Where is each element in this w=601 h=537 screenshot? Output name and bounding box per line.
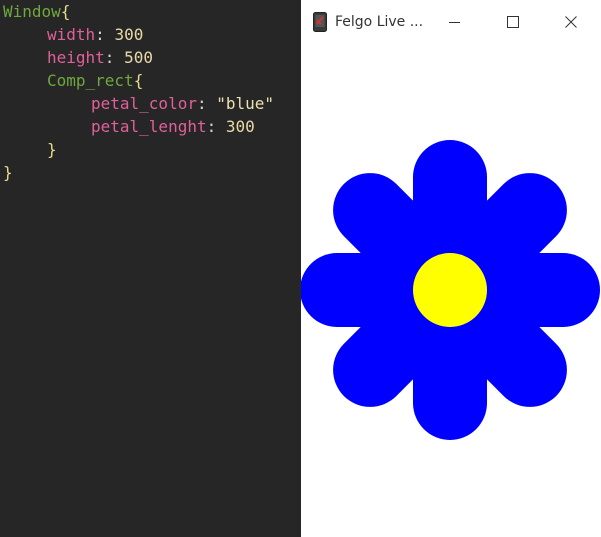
title-bar[interactable]: Felgo Live ... bbox=[301, 0, 601, 43]
felgo-app-icon bbox=[313, 12, 327, 32]
code-line[interactable]: petal_color: "blue" bbox=[91, 92, 274, 115]
code-token: Comp_rect bbox=[47, 71, 134, 90]
code-token: width bbox=[47, 25, 96, 44]
live-preview-window: Felgo Live ... bbox=[301, 0, 601, 537]
code-line[interactable]: } bbox=[3, 161, 13, 184]
code-token: Window bbox=[3, 2, 61, 21]
code-line[interactable]: Comp_rect{ bbox=[47, 69, 143, 92]
code-token: 300 bbox=[114, 25, 144, 44]
minimize-icon bbox=[449, 21, 460, 23]
minimize-button[interactable] bbox=[432, 0, 478, 43]
code-token: petal_lenght bbox=[91, 117, 207, 136]
close-icon bbox=[565, 15, 577, 28]
code-line[interactable]: petal_lenght: 300 bbox=[91, 115, 255, 138]
code-line[interactable]: } bbox=[47, 138, 57, 161]
code-token: 300 bbox=[225, 117, 255, 136]
window-title: Felgo Live ... bbox=[335, 14, 424, 30]
code-token: petal_color bbox=[91, 94, 197, 113]
code-token: : bbox=[104, 48, 125, 67]
code-token: { bbox=[60, 2, 71, 21]
code-line[interactable]: height: 500 bbox=[47, 46, 153, 69]
code-token: height bbox=[47, 48, 105, 67]
close-button[interactable] bbox=[548, 0, 594, 43]
flower-center bbox=[413, 253, 487, 327]
code-token: } bbox=[47, 140, 57, 159]
code-token: 500 bbox=[124, 48, 153, 67]
code-line[interactable]: Window{ bbox=[3, 0, 70, 23]
maximize-button[interactable] bbox=[490, 0, 536, 43]
code-editor[interactable]: Window{width: 300 height: 500 Comp_rect{pe… bbox=[0, 0, 301, 537]
code-token: "blue" bbox=[216, 94, 275, 113]
code-line[interactable]: width: 300 bbox=[47, 23, 143, 46]
maximize-icon bbox=[507, 15, 519, 28]
code-token: : bbox=[95, 25, 115, 44]
code-token: : bbox=[206, 117, 226, 136]
code-token: } bbox=[3, 163, 13, 182]
code-token: : bbox=[196, 94, 217, 113]
flower-canvas bbox=[301, 140, 600, 440]
code-token: { bbox=[133, 71, 144, 90]
